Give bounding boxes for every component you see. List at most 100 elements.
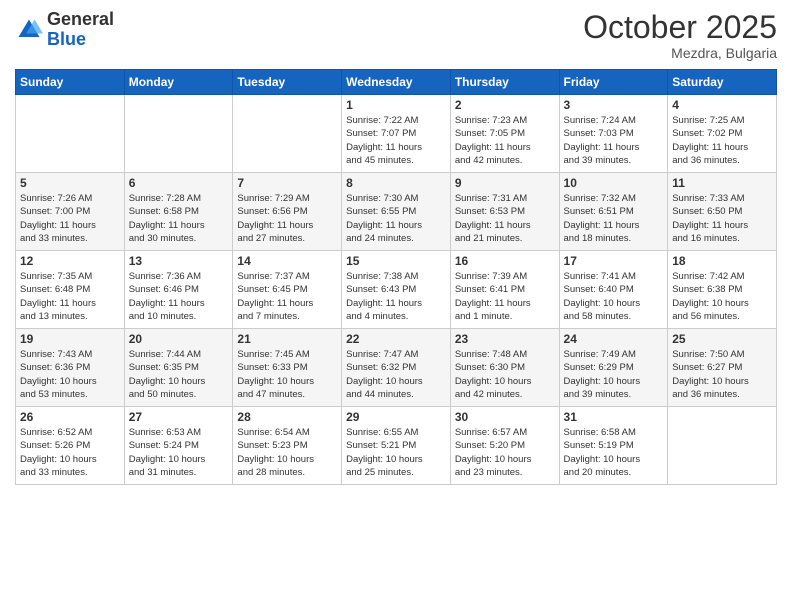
calendar-cell: 10 Sunrise: 7:32 AM Sunset: 6:51 PM Dayli… — [559, 173, 668, 251]
day-number: 11 — [672, 176, 772, 190]
day-info: Sunrise: 7:35 AM Sunset: 6:48 PM Dayligh… — [20, 270, 120, 323]
day-number: 10 — [564, 176, 664, 190]
day-info: Sunrise: 7:30 AM Sunset: 6:55 PM Dayligh… — [346, 192, 446, 245]
day-number: 29 — [346, 410, 446, 424]
day-number: 19 — [20, 332, 120, 346]
calendar-cell: 4 Sunrise: 7:25 AM Sunset: 7:02 PM Daylig… — [668, 95, 777, 173]
day-info: Sunrise: 6:58 AM Sunset: 5:19 PM Dayligh… — [564, 426, 664, 479]
calendar-cell: 9 Sunrise: 7:31 AM Sunset: 6:53 PM Daylig… — [450, 173, 559, 251]
calendar-cell: 24 Sunrise: 7:49 AM Sunset: 6:29 PM Dayli… — [559, 329, 668, 407]
day-info: Sunrise: 7:36 AM Sunset: 6:46 PM Dayligh… — [129, 270, 229, 323]
day-number: 2 — [455, 98, 555, 112]
calendar-cell: 28 Sunrise: 6:54 AM Sunset: 5:23 PM Dayli… — [233, 407, 342, 485]
calendar-cell: 3Sunrise: 7:24 AM Sunset: 7:03 PM Daylig… — [559, 95, 668, 173]
day-info: Sunrise: 7:25 AM Sunset: 7:02 PM Dayligh… — [672, 114, 772, 167]
day-info: Sunrise: 7:48 AM Sunset: 6:30 PM Dayligh… — [455, 348, 555, 401]
day-number: 17 — [564, 254, 664, 268]
calendar-cell: 18 Sunrise: 7:42 AM Sunset: 6:38 PM Dayli… — [668, 251, 777, 329]
calendar: SundayMondayTuesdayWednesdayThursdayFrid… — [15, 69, 777, 485]
weekday-header: Monday — [124, 70, 233, 95]
calendar-cell: 6Sunrise: 7:28 AM Sunset: 6:58 PM Daylig… — [124, 173, 233, 251]
calendar-cell: 2 Sunrise: 7:23 AM Sunset: 7:05 PM Daylig… — [450, 95, 559, 173]
weekday-header: Thursday — [450, 70, 559, 95]
day-info: Sunrise: 7:33 AM Sunset: 6:50 PM Dayligh… — [672, 192, 772, 245]
day-number: 25 — [672, 332, 772, 346]
calendar-cell: 11 Sunrise: 7:33 AM Sunset: 6:50 PM Dayli… — [668, 173, 777, 251]
calendar-header-row: SundayMondayTuesdayWednesdayThursdayFrid… — [16, 70, 777, 95]
calendar-cell: 27 Sunrise: 6:53 AM Sunset: 5:24 PM Dayli… — [124, 407, 233, 485]
day-info: Sunrise: 7:45 AM Sunset: 6:33 PM Dayligh… — [237, 348, 337, 401]
calendar-week-row: 5Sunrise: 7:26 AM Sunset: 7:00 PM Daylig… — [16, 173, 777, 251]
day-number: 8 — [346, 176, 446, 190]
calendar-cell: 20Sunrise: 7:44 AM Sunset: 6:35 PM Dayli… — [124, 329, 233, 407]
day-info: Sunrise: 7:22 AM Sunset: 7:07 PM Dayligh… — [346, 114, 446, 167]
day-number: 27 — [129, 410, 229, 424]
day-number: 16 — [455, 254, 555, 268]
day-number: 13 — [129, 254, 229, 268]
calendar-cell: 16 Sunrise: 7:39 AM Sunset: 6:41 PM Dayli… — [450, 251, 559, 329]
calendar-cell: 14 Sunrise: 7:37 AM Sunset: 6:45 PM Dayli… — [233, 251, 342, 329]
weekday-header: Wednesday — [342, 70, 451, 95]
day-info: Sunrise: 7:39 AM Sunset: 6:41 PM Dayligh… — [455, 270, 555, 323]
day-info: Sunrise: 6:52 AM Sunset: 5:26 PM Dayligh… — [20, 426, 120, 479]
calendar-cell: 15 Sunrise: 7:38 AM Sunset: 6:43 PM Dayli… — [342, 251, 451, 329]
logo-blue-text: Blue — [47, 29, 86, 49]
weekday-header: Saturday — [668, 70, 777, 95]
day-info: Sunrise: 6:55 AM Sunset: 5:21 PM Dayligh… — [346, 426, 446, 479]
day-number: 3 — [564, 98, 664, 112]
day-number: 26 — [20, 410, 120, 424]
day-number: 15 — [346, 254, 446, 268]
calendar-cell: 13 Sunrise: 7:36 AM Sunset: 6:46 PM Dayli… — [124, 251, 233, 329]
day-info: Sunrise: 7:47 AM Sunset: 6:32 PM Dayligh… — [346, 348, 446, 401]
calendar-week-row: 19 Sunrise: 7:43 AM Sunset: 6:36 PM Dayli… — [16, 329, 777, 407]
calendar-cell: 1 Sunrise: 7:22 AM Sunset: 7:07 PM Daylig… — [342, 95, 451, 173]
calendar-cell: 8 Sunrise: 7:30 AM Sunset: 6:55 PM Daylig… — [342, 173, 451, 251]
logo-text: General Blue — [47, 10, 114, 50]
calendar-cell: 17 Sunrise: 7:41 AM Sunset: 6:40 PM Dayli… — [559, 251, 668, 329]
calendar-cell: 25 Sunrise: 7:50 AM Sunset: 6:27 PM Dayli… — [668, 329, 777, 407]
calendar-cell: 7Sunrise: 7:29 AM Sunset: 6:56 PM Daylig… — [233, 173, 342, 251]
day-info: Sunrise: 6:57 AM Sunset: 5:20 PM Dayligh… — [455, 426, 555, 479]
day-number: 24 — [564, 332, 664, 346]
calendar-week-row: 26 Sunrise: 6:52 AM Sunset: 5:26 PM Dayli… — [16, 407, 777, 485]
day-info: Sunrise: 7:41 AM Sunset: 6:40 PM Dayligh… — [564, 270, 664, 323]
calendar-cell: 29 Sunrise: 6:55 AM Sunset: 5:21 PM Dayli… — [342, 407, 451, 485]
day-info: Sunrise: 7:43 AM Sunset: 6:36 PM Dayligh… — [20, 348, 120, 401]
day-number: 5 — [20, 176, 120, 190]
day-info: Sunrise: 6:54 AM Sunset: 5:23 PM Dayligh… — [237, 426, 337, 479]
day-number: 14 — [237, 254, 337, 268]
day-info: Sunrise: 7:32 AM Sunset: 6:51 PM Dayligh… — [564, 192, 664, 245]
day-info: Sunrise: 7:42 AM Sunset: 6:38 PM Dayligh… — [672, 270, 772, 323]
calendar-week-row: 1 Sunrise: 7:22 AM Sunset: 7:07 PM Daylig… — [16, 95, 777, 173]
calendar-cell: 19 Sunrise: 7:43 AM Sunset: 6:36 PM Dayli… — [16, 329, 125, 407]
day-number: 4 — [672, 98, 772, 112]
day-info: Sunrise: 7:31 AM Sunset: 6:53 PM Dayligh… — [455, 192, 555, 245]
day-info: Sunrise: 7:44 AM Sunset: 6:35 PM Dayligh… — [129, 348, 229, 401]
day-number: 9 — [455, 176, 555, 190]
calendar-cell: 22Sunrise: 7:47 AM Sunset: 6:32 PM Dayli… — [342, 329, 451, 407]
day-number: 23 — [455, 332, 555, 346]
logo-icon — [15, 16, 43, 44]
calendar-cell — [16, 95, 125, 173]
day-info: Sunrise: 7:50 AM Sunset: 6:27 PM Dayligh… — [672, 348, 772, 401]
day-info: Sunrise: 7:49 AM Sunset: 6:29 PM Dayligh… — [564, 348, 664, 401]
day-number: 18 — [672, 254, 772, 268]
day-number: 28 — [237, 410, 337, 424]
day-number: 6 — [129, 176, 229, 190]
logo: General Blue — [15, 10, 114, 50]
page: General Blue October 2025 Mezdra, Bulgar… — [0, 0, 792, 612]
calendar-cell: 30 Sunrise: 6:57 AM Sunset: 5:20 PM Dayli… — [450, 407, 559, 485]
day-number: 1 — [346, 98, 446, 112]
day-info: Sunrise: 7:23 AM Sunset: 7:05 PM Dayligh… — [455, 114, 555, 167]
weekday-header: Tuesday — [233, 70, 342, 95]
calendar-cell — [124, 95, 233, 173]
day-number: 21 — [237, 332, 337, 346]
day-info: Sunrise: 7:38 AM Sunset: 6:43 PM Dayligh… — [346, 270, 446, 323]
day-number: 30 — [455, 410, 555, 424]
day-info: Sunrise: 6:53 AM Sunset: 5:24 PM Dayligh… — [129, 426, 229, 479]
day-number: 12 — [20, 254, 120, 268]
month-title: October 2025 — [583, 10, 777, 45]
calendar-cell: 12 Sunrise: 7:35 AM Sunset: 6:48 PM Dayli… — [16, 251, 125, 329]
calendar-week-row: 12 Sunrise: 7:35 AM Sunset: 6:48 PM Dayli… — [16, 251, 777, 329]
day-info: Sunrise: 7:37 AM Sunset: 6:45 PM Dayligh… — [237, 270, 337, 323]
